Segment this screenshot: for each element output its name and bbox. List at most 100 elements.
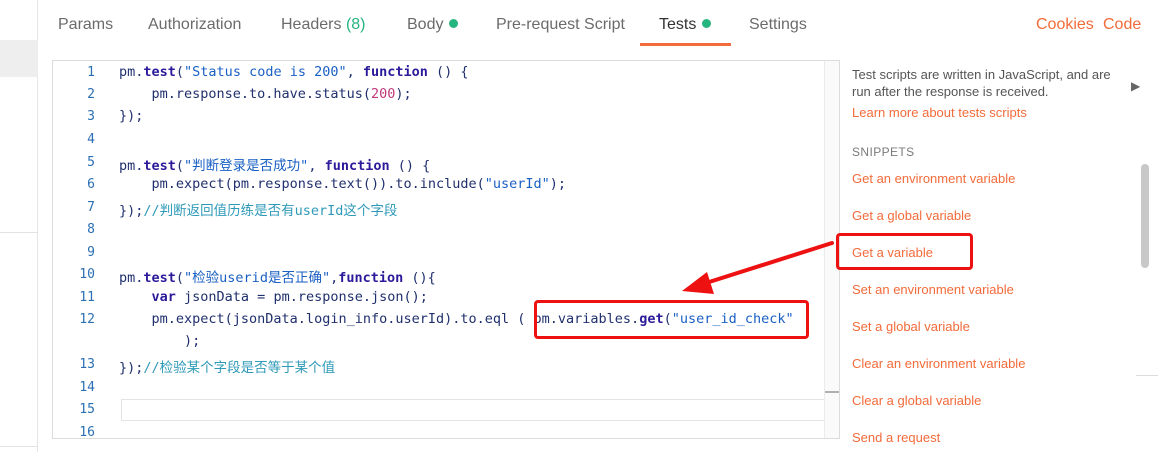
annotation-highlight-code bbox=[534, 300, 809, 339]
code-token: }); bbox=[119, 108, 144, 124]
code-token: function bbox=[324, 158, 390, 174]
tab-headers[interactable]: Headers (8) bbox=[281, 16, 366, 34]
code-line: pm.expect(pm.response.text()).to.include… bbox=[119, 176, 567, 192]
code-line: pm.response.to.have.status(200); bbox=[119, 86, 412, 102]
code-token: jsonData = pm.response.json(); bbox=[175, 289, 428, 305]
code-token: "判断登录是否成功" bbox=[184, 158, 309, 174]
snippets-heading: SNIPPETS bbox=[852, 145, 915, 159]
code-token: var bbox=[119, 289, 176, 305]
tab-params[interactable]: Params bbox=[58, 16, 113, 34]
tab-tests-label: Tests bbox=[659, 16, 697, 33]
line-number: 5 bbox=[87, 155, 95, 170]
code-link[interactable]: Code bbox=[1103, 16, 1141, 34]
code-token: ( bbox=[175, 64, 185, 80]
code-token: ( bbox=[175, 158, 185, 174]
tests-description: Test scripts are written in JavaScript, … bbox=[852, 67, 1111, 99]
snippet-set-global-variable[interactable]: Set a global variable bbox=[852, 319, 970, 334]
snippet-get-global-variable[interactable]: Get a global variable bbox=[852, 208, 971, 223]
code-token: }); bbox=[119, 203, 144, 219]
snippet-clear-environment-variable[interactable]: Clear an environment variable bbox=[852, 356, 1025, 371]
line-number: 12 bbox=[79, 312, 95, 327]
panel-divider bbox=[1136, 375, 1158, 376]
expand-panel-icon[interactable]: ▶ bbox=[1131, 79, 1140, 93]
line-number: 10 bbox=[79, 267, 95, 282]
code-token: pm. bbox=[119, 270, 144, 286]
code-token: 200 bbox=[370, 86, 396, 102]
panel-scrollbar[interactable] bbox=[1141, 164, 1149, 268]
headers-count-badge: (8) bbox=[345, 16, 366, 33]
sidebar-divider bbox=[0, 232, 38, 233]
code-token: "Status code is 200" bbox=[184, 64, 347, 80]
tab-tests[interactable]: Tests bbox=[659, 16, 712, 34]
code-comment: //检验某个字段是否等于某个值 bbox=[143, 360, 336, 376]
snippet-clear-global-variable[interactable]: Clear a global variable bbox=[852, 393, 981, 408]
tab-settings[interactable]: Settings bbox=[749, 16, 807, 34]
code-line: var jsonData = pm.response.json(); bbox=[119, 289, 428, 305]
code-token: ); bbox=[119, 333, 201, 349]
code-token: pm.expect(jsonData.login_info.userId).to… bbox=[119, 311, 534, 327]
code-token: pm.response.to.have.status( bbox=[119, 86, 371, 102]
snippet-set-environment-variable[interactable]: Set an environment variable bbox=[852, 282, 1014, 297]
tests-status-dot bbox=[702, 19, 712, 28]
line-number: 4 bbox=[87, 132, 95, 147]
sidebar-selected-item[interactable] bbox=[0, 40, 38, 77]
code-line: pm.test("判断登录是否成功", function () { bbox=[119, 154, 430, 174]
line-number: 7 bbox=[87, 200, 95, 215]
code-line: }); bbox=[119, 108, 143, 124]
code-token: "userId" bbox=[484, 176, 550, 192]
code-line: });//检验某个字段是否等于某个值 bbox=[119, 356, 335, 376]
cookies-link[interactable]: Cookies bbox=[1036, 16, 1094, 34]
code-line: });//判断返回值历练是否有userId这个字段 bbox=[119, 199, 397, 219]
line-number: 1 bbox=[87, 65, 95, 80]
code-line: pm.test("检验userid是否正确",function (){ bbox=[119, 266, 436, 286]
code-token: }); bbox=[119, 360, 144, 376]
code-token: ); bbox=[549, 176, 567, 192]
active-line-highlight bbox=[121, 399, 839, 421]
line-number-gutter: 1 2 3 4 5 6 7 8 9 10 11 12 13 14 15 16 bbox=[53, 61, 109, 438]
code-line: pm.test("Status code is 200", function (… bbox=[119, 64, 469, 80]
code-token: pm. bbox=[119, 158, 144, 174]
code-line: ); bbox=[119, 333, 200, 349]
line-number: 8 bbox=[87, 222, 95, 237]
tab-authorization[interactable]: Authorization bbox=[148, 16, 241, 34]
code-token: test bbox=[143, 158, 176, 174]
code-token: pm.expect(pm.response.text()).to.include… bbox=[119, 176, 485, 192]
line-number: 6 bbox=[87, 177, 95, 192]
code-token: () { bbox=[427, 64, 469, 80]
snippet-send-request[interactable]: Send a request bbox=[852, 430, 940, 445]
line-number: 3 bbox=[87, 109, 95, 124]
code-token: "检验userid是否正确" bbox=[184, 270, 331, 286]
tab-headers-label: Headers bbox=[281, 16, 342, 33]
active-tab-indicator bbox=[640, 43, 731, 46]
code-token: , bbox=[308, 158, 325, 174]
learn-more-link[interactable]: Learn more about tests scripts bbox=[852, 105, 1027, 120]
line-number: 11 bbox=[79, 290, 95, 305]
annotation-highlight-snippet bbox=[836, 233, 973, 270]
sidebar-divider bbox=[0, 446, 38, 447]
line-number: 2 bbox=[87, 87, 95, 102]
code-token: test bbox=[143, 64, 176, 80]
request-tabs: Params Authorization Headers (8) Body Pr… bbox=[38, 0, 1158, 48]
code-token: () { bbox=[389, 158, 431, 174]
line-number: 9 bbox=[87, 245, 95, 260]
test-script-editor[interactable]: 1 2 3 4 5 6 7 8 9 10 11 12 13 14 15 16 p… bbox=[52, 60, 840, 439]
line-number: 16 bbox=[79, 425, 95, 439]
tab-body-label: Body bbox=[407, 16, 444, 33]
code-token: function bbox=[362, 64, 428, 80]
tab-pre-request-script[interactable]: Pre-request Script bbox=[496, 16, 625, 34]
code-token: function bbox=[338, 270, 404, 286]
code-token: ); bbox=[395, 86, 412, 102]
line-number: 13 bbox=[79, 357, 95, 372]
line-number: 14 bbox=[79, 380, 95, 395]
snippet-get-environment-variable[interactable]: Get an environment variable bbox=[852, 171, 1015, 186]
code-token: , bbox=[330, 270, 339, 286]
body-status-dot bbox=[449, 19, 459, 28]
code-comment: //判断返回值历练是否有userId这个字段 bbox=[143, 203, 398, 219]
code-token: pm. bbox=[119, 64, 144, 80]
code-token: (){ bbox=[403, 270, 436, 286]
code-token: ( bbox=[175, 270, 185, 286]
tab-body[interactable]: Body bbox=[407, 16, 459, 34]
sidebar-strip bbox=[0, 0, 38, 452]
code-token: , bbox=[346, 64, 363, 80]
line-number: 15 bbox=[79, 402, 95, 417]
